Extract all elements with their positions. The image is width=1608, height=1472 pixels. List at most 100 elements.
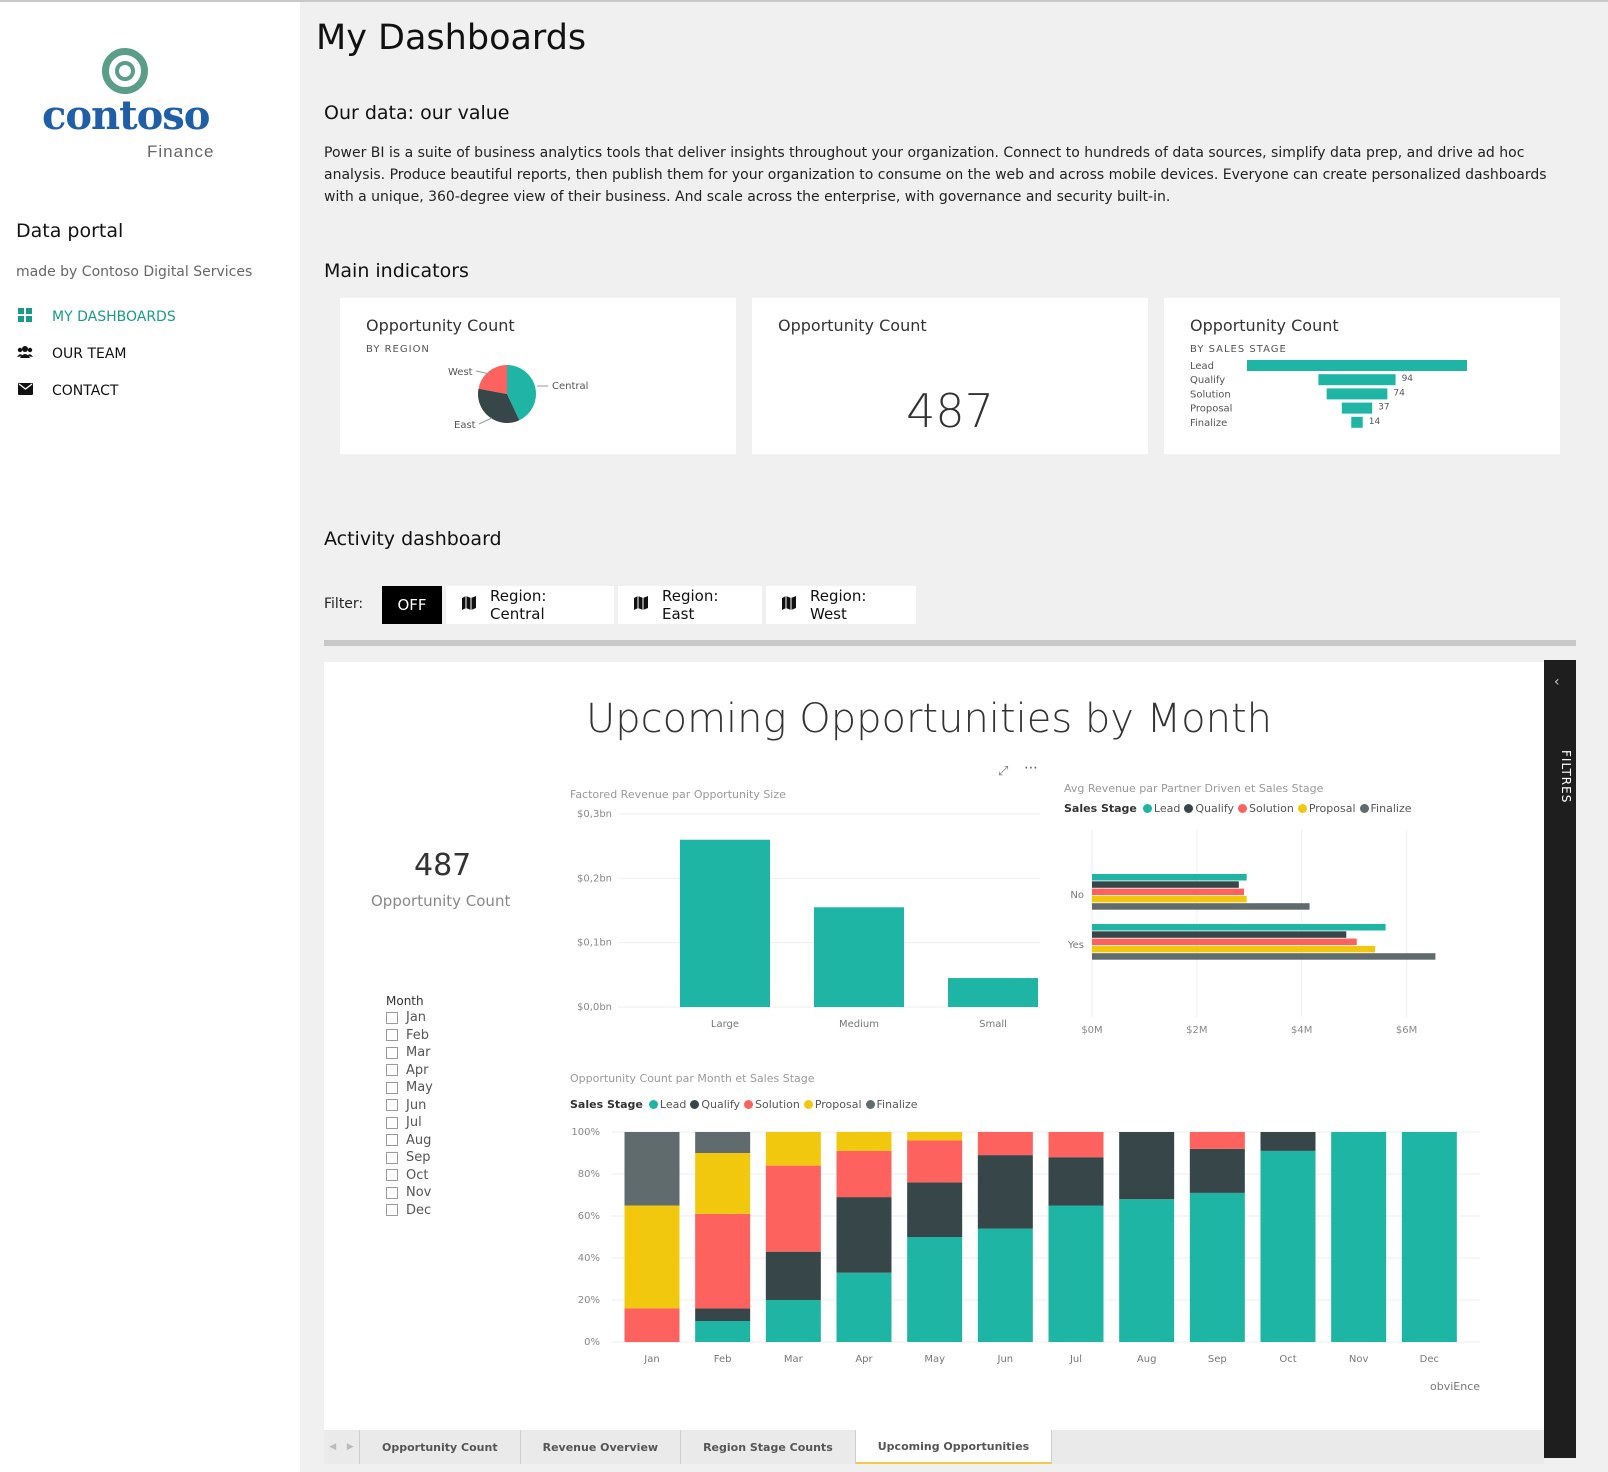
card-opportunity-by-region[interactable]: Opportunity Count BY REGION Central East W… <box>340 298 736 454</box>
legend-item[interactable]: Finalize <box>865 1098 917 1111</box>
month-label: Nov <box>406 1185 432 1200</box>
checkbox[interactable] <box>386 1029 398 1041</box>
bar-segment <box>1189 1192 1245 1342</box>
legend-item[interactable]: Finalize <box>1359 802 1412 815</box>
month-label: Jul <box>406 1115 422 1130</box>
chevron-right-icon[interactable]: ▶ <box>347 1442 354 1452</box>
legend-label: Finalize <box>1370 802 1412 815</box>
filters-pane-toggle[interactable]: ‹ FILTRES <box>1544 660 1576 1458</box>
bar-segment <box>977 1155 1033 1229</box>
month-option[interactable]: Oct <box>386 1168 428 1183</box>
legend-item[interactable]: Proposal <box>803 1098 862 1111</box>
month-label: Jun <box>406 1097 427 1113</box>
card-opportunity-count[interactable]: Opportunity Count 487 <box>752 298 1148 454</box>
legend-item[interactable]: Lead <box>648 1098 686 1111</box>
month-option[interactable]: Feb <box>386 1028 429 1043</box>
month-option[interactable]: Sep <box>386 1150 431 1165</box>
bar <box>814 907 904 1007</box>
legend-label: Qualify <box>1195 802 1235 815</box>
checkbox[interactable] <box>386 1064 398 1076</box>
bar-segment <box>907 1132 963 1141</box>
nav-my-dashboards[interactable]: MY DASHBOARDS <box>16 306 176 328</box>
legend-dot-icon <box>1142 804 1152 813</box>
filter-west-button[interactable]: Region: West <box>766 586 916 624</box>
month-option[interactable]: Dec <box>386 1203 431 1218</box>
legend-item[interactable]: Proposal <box>1297 802 1356 815</box>
legend-dot-icon <box>1184 804 1194 813</box>
nav-contact[interactable]: CONTACT <box>16 380 118 402</box>
x-tick-label: Sep <box>1208 1354 1227 1365</box>
filter-central-button[interactable]: Region: Central <box>446 586 614 624</box>
month-option[interactable]: Jun <box>386 1098 426 1113</box>
nav-label: MY DASHBOARDS <box>52 309 176 325</box>
bar-segment <box>1119 1199 1175 1342</box>
main-content: My Dashboards Our data: our value Power … <box>300 2 1608 1472</box>
tab-scroll-arrows[interactable]: ◀ ▶ <box>324 1430 360 1464</box>
month-label: Mar <box>406 1045 431 1060</box>
card-opportunity-by-stage[interactable]: Opportunity Count BY SALES STAGE Lead Qua… <box>1164 298 1560 454</box>
legend-item[interactable]: Lead <box>1142 802 1180 815</box>
y-tick-label: 80% <box>578 1169 600 1180</box>
checkbox[interactable] <box>386 1011 398 1024</box>
month-option[interactable]: Nov <box>386 1185 431 1200</box>
filters-label: FILTRES <box>1559 750 1573 804</box>
bar-segment <box>907 1182 963 1237</box>
legend-item[interactable]: Solution <box>744 1098 800 1111</box>
intro-paragraph: Power BI is a suite of business analytic… <box>324 145 1547 205</box>
legend-item[interactable]: Solution <box>1238 802 1294 815</box>
checkbox[interactable] <box>386 1081 398 1094</box>
month-option[interactable]: Aug <box>386 1133 431 1148</box>
legend-dot-icon <box>1359 804 1369 813</box>
legend-dot-icon <box>690 1100 700 1109</box>
checkbox[interactable] <box>386 1186 398 1199</box>
month-label: Apr <box>406 1062 429 1078</box>
x-tick-label: Small <box>979 1019 1007 1030</box>
checkbox[interactable] <box>386 1169 398 1181</box>
checkbox[interactable] <box>386 1151 398 1164</box>
checkbox[interactable] <box>386 1134 398 1146</box>
stage-funnel-chart: Lead Qualify 94 Solution 74 Proposal 37 Finaliz… <box>1190 360 1467 429</box>
tab-region-stage-counts[interactable]: Region Stage Counts <box>681 1430 856 1464</box>
section-heading-activity: Activity dashboard <box>324 528 502 550</box>
legend-item[interactable]: Qualify <box>690 1098 740 1111</box>
filter-off-button[interactable]: OFF <box>382 586 442 624</box>
tab-opportunity-count[interactable]: Opportunity Count <box>360 1430 521 1464</box>
funnel-bar <box>1351 416 1363 428</box>
nav-our-team[interactable]: OUR TEAM <box>16 343 127 365</box>
checkbox[interactable] <box>386 1046 398 1059</box>
x-tick-label: Jan <box>643 1354 659 1365</box>
bar-segment <box>1048 1132 1104 1158</box>
bar-segment <box>836 1272 892 1342</box>
contoso-logo: contoso Finance <box>40 44 220 164</box>
month-option[interactable]: Apr <box>386 1063 429 1078</box>
checkbox[interactable] <box>386 1116 398 1129</box>
chevron-left-icon[interactable]: ◀ <box>329 1442 336 1452</box>
bar-segment <box>836 1197 892 1273</box>
logo-sub: Finance <box>147 142 215 161</box>
y-tick-label: $0,1bn <box>577 938 612 949</box>
chevron-left-icon[interactable]: ‹ <box>1554 674 1560 690</box>
tab-upcoming-opportunities[interactable]: Upcoming Opportunities <box>855 1430 1053 1464</box>
count-by-month-chart: 0% 20% 40% 60% 80% 100% Jan Feb Mar Apr May Jun Jul A… <box>571 1127 1480 1365</box>
funnel-bar <box>1318 374 1396 386</box>
month-option[interactable]: Mar <box>386 1045 431 1060</box>
filter-east-button[interactable]: Region: East <box>618 586 762 624</box>
bar-segment <box>695 1132 751 1153</box>
bar <box>1092 945 1376 953</box>
legend-dot-icon <box>744 1100 754 1109</box>
legend-label: Solution <box>1249 802 1294 815</box>
powerbi-report: Upcoming Opportunities by Month 487 Oppo… <box>324 662 1544 1462</box>
checkbox[interactable] <box>386 1099 398 1111</box>
month-option[interactable]: May <box>386 1080 433 1095</box>
legend-item[interactable]: Qualify <box>1184 802 1234 815</box>
x-tick-label: Apr <box>855 1354 873 1365</box>
pie-label: West <box>448 367 473 378</box>
tab-revenue-overview[interactable]: Revenue Overview <box>521 1430 682 1464</box>
checkbox[interactable] <box>386 1204 398 1216</box>
month-option[interactable]: Jan <box>386 1010 426 1025</box>
bar-segment <box>624 1205 680 1309</box>
bar-segment <box>836 1150 892 1198</box>
month-option[interactable]: Jul <box>386 1115 422 1130</box>
x-tick-label: Feb <box>714 1354 732 1365</box>
bar-segment <box>1189 1132 1245 1149</box>
